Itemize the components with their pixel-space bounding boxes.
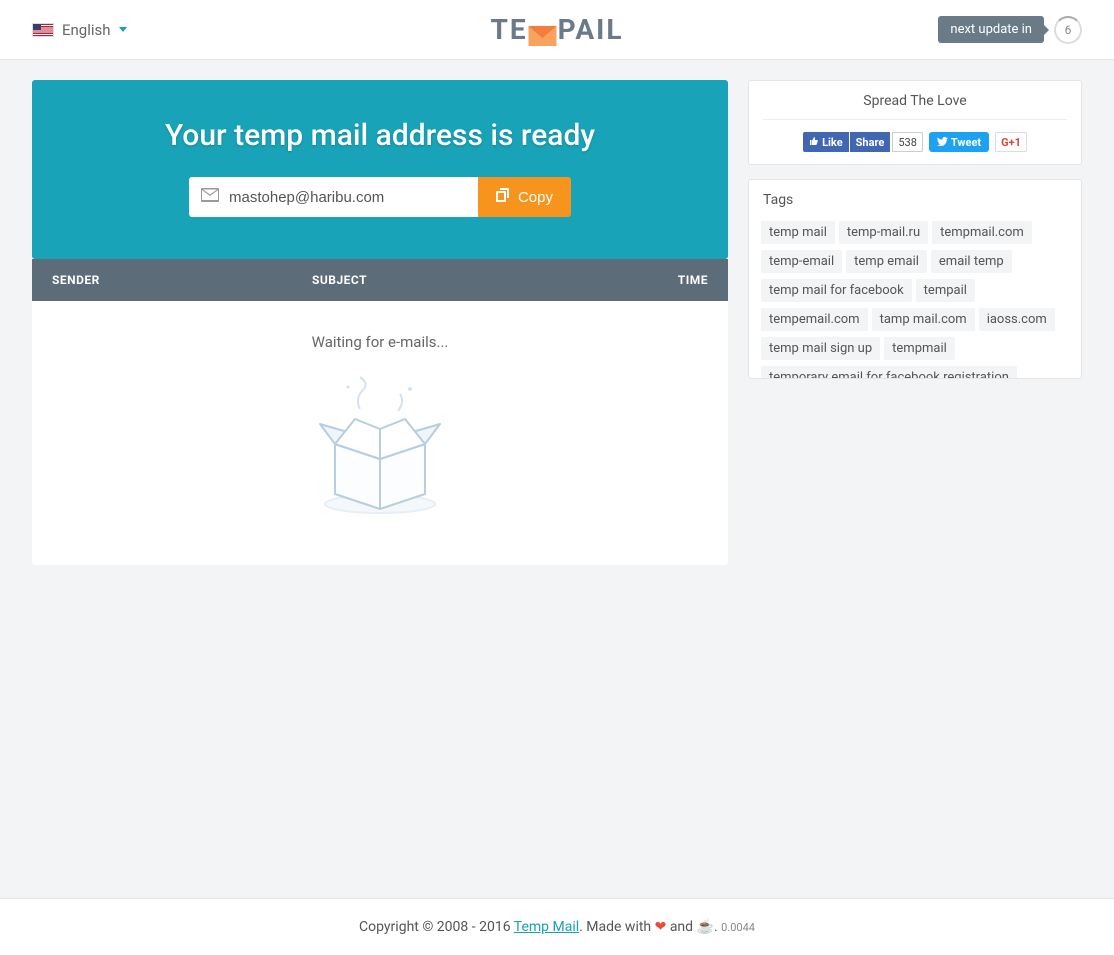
tag-item[interactable]: tempemail.com [761,308,868,331]
social-row: Like Share 538 Tweet G+1 [763,132,1067,152]
tag-item[interactable]: temporary email for facebook registratio… [761,366,1017,378]
tags-title: Tags [749,180,1081,218]
tag-item[interactable]: tempmail.com [932,221,1032,244]
tags-card: Tags temp mailtemp-mail.rutempmail.comte… [748,179,1082,379]
col-subject: SUBJECT [312,273,648,287]
spread-love-title: Spread The Love [763,93,1067,120]
inbox-body: Waiting for e-mails... [32,301,728,565]
envelope-icon [201,188,219,206]
email-box [189,177,478,217]
thumb-up-icon [809,136,819,149]
hero-title: Your temp mail address is ready [52,118,708,153]
footer-link[interactable]: Temp Mail [514,919,579,935]
tag-item[interactable]: email temp [931,250,1012,273]
tag-item[interactable]: temp mail sign up [761,337,880,360]
tag-item[interactable]: temp mail [761,221,835,244]
heart-icon: ❤ [655,919,667,935]
us-flag-icon [32,23,54,37]
next-update-badge: next update in [938,16,1044,43]
google-plus-button[interactable]: G+1 [995,132,1027,152]
chevron-down-icon [119,27,127,32]
logo[interactable]: TE PAIL [490,13,623,46]
copy-button[interactable]: Copy [478,177,571,217]
email-input[interactable] [229,189,466,206]
header-right: next update in 6 [938,16,1082,44]
email-row: Copy [189,177,571,217]
countdown-timer: 6 [1054,16,1082,44]
sidebar: Spread The Love Like Share 538 [748,80,1082,565]
tag-item[interactable]: tempmail [884,337,955,360]
version-text: 0.0044 [721,921,755,934]
inbox-header: SENDER SUBJECT TIME [32,259,728,301]
tag-item[interactable]: temp mail for facebook [761,279,912,302]
tag-item[interactable]: temp-mail.ru [839,221,928,244]
tag-item[interactable]: temp-email [761,250,842,273]
empty-box-icon [300,369,460,519]
language-label: English [62,21,111,39]
tweet-button[interactable]: Tweet [929,132,989,152]
waiting-text: Waiting for e-mails... [52,333,708,351]
twitter-icon [937,136,948,149]
col-time: TIME [648,273,708,287]
facebook-count: 538 [892,132,923,152]
facebook-like-button[interactable]: Like [803,132,849,152]
language-selector[interactable]: English [32,21,127,39]
coffee-icon: ☕ [697,919,714,935]
tag-item[interactable]: temp email [846,250,927,273]
main-column: Your temp mail address is ready Copy SEN… [32,80,728,565]
spread-love-card: Spread The Love Like Share 538 [748,80,1082,165]
tag-item[interactable]: iaoss.com [979,308,1055,331]
envelope-logo-icon [529,20,557,40]
col-sender: SENDER [52,273,312,287]
facebook-share-button[interactable]: Share [850,132,891,152]
footer: Copyright © 2008 - 2016 Temp Mail. Made … [0,898,1114,955]
tag-item[interactable]: tamp mail.com [872,308,975,331]
hero-panel: Your temp mail address is ready Copy [32,80,728,259]
main-container: Your temp mail address is ready Copy SEN… [32,60,1082,585]
tags-scroll[interactable]: temp mailtemp-mail.rutempmail.com temp-em… [749,218,1081,378]
header: English TE PAIL next update in 6 [0,0,1114,60]
copy-label: Copy [518,189,553,206]
tag-item[interactable]: tempail [916,279,975,302]
copy-icon [496,188,510,206]
facebook-widget: Like Share 538 [803,132,923,152]
